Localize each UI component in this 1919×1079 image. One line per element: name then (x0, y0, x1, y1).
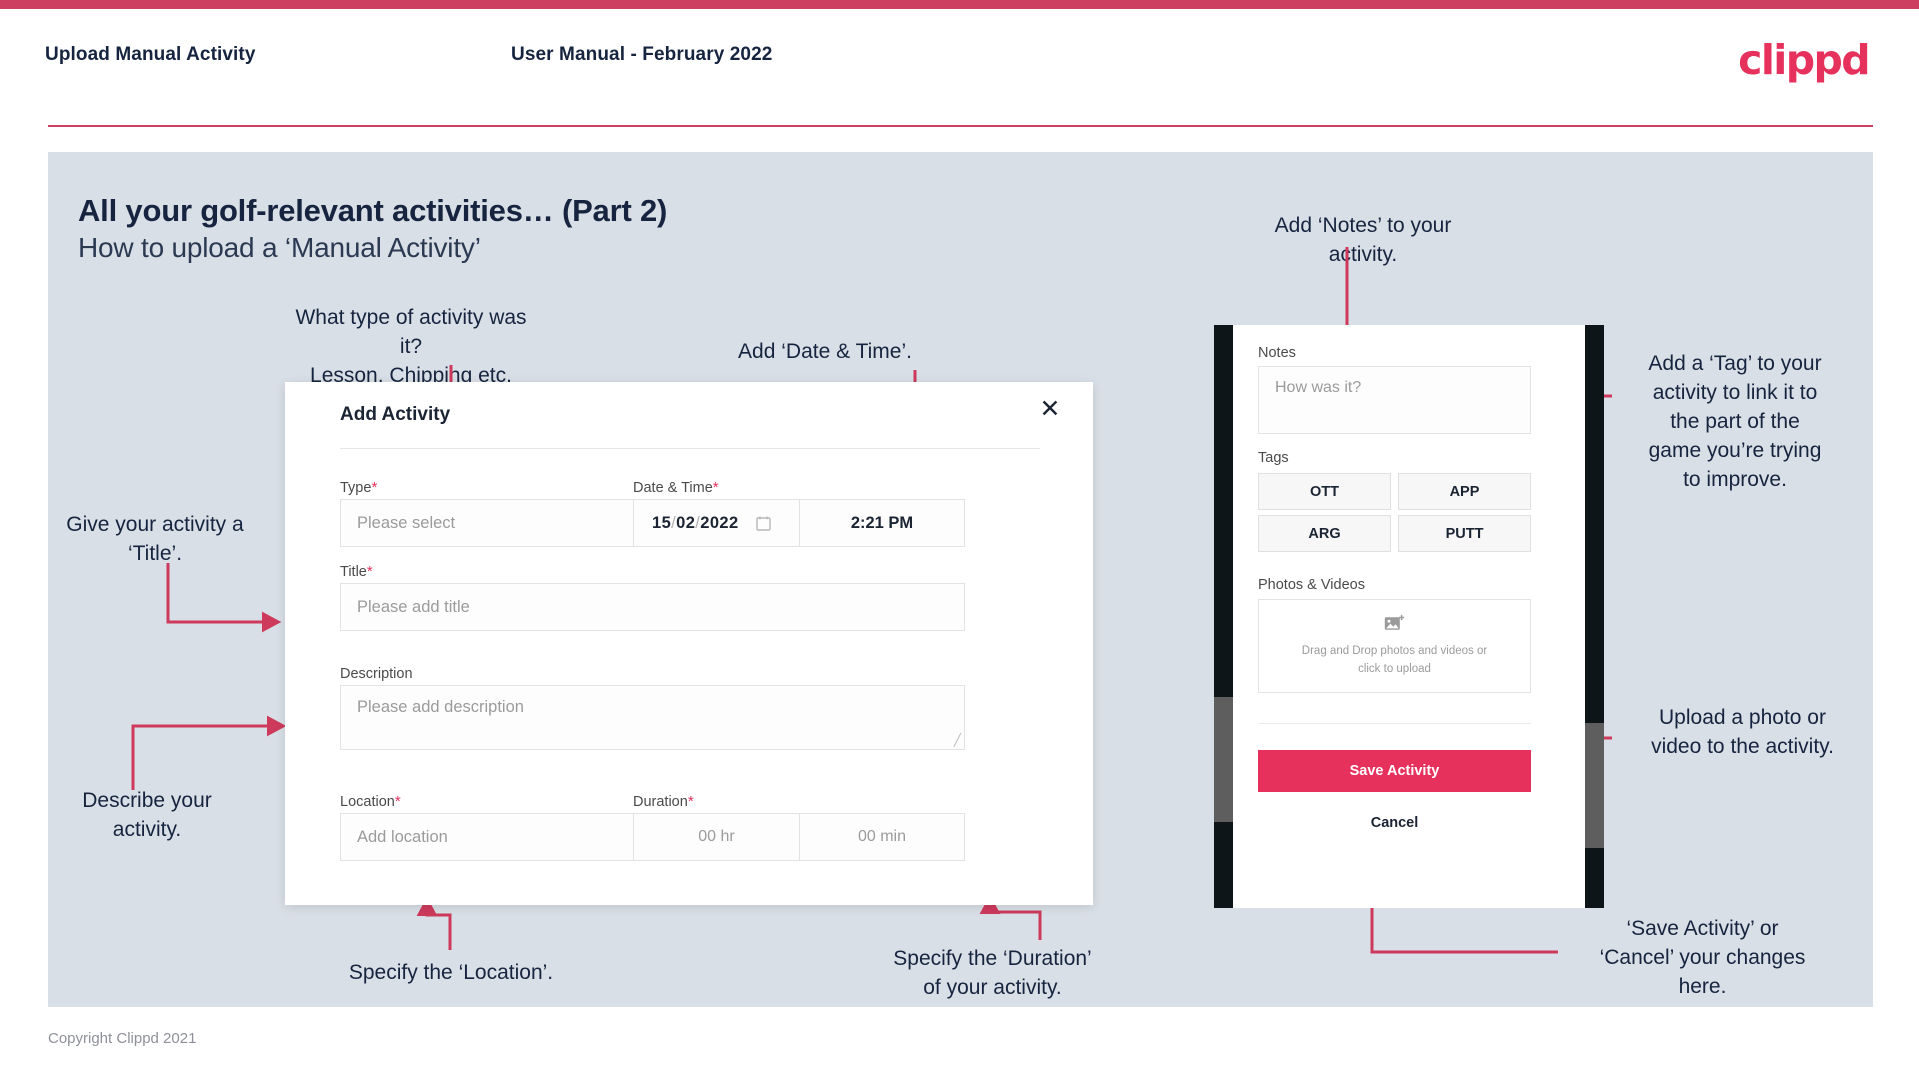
tags-label: Tags (1258, 450, 1289, 466)
annotation-upload: Upload a photo or video to the activity. (1651, 706, 1834, 758)
page-title: Upload Manual Activity (45, 44, 256, 65)
datetime-required-marker: * (712, 479, 719, 496)
top-accent-bar (0, 0, 1919, 9)
phone-divider (1258, 723, 1531, 724)
location-required-marker: * (394, 793, 401, 810)
description-label-text: Description (340, 666, 413, 682)
tag-button-ott[interactable]: OTT (1258, 473, 1391, 510)
type-select[interactable]: Please select (340, 499, 680, 547)
annotation-save: ‘Save Activity’ or ‘Cancel’ your changes… (1599, 917, 1806, 998)
type-required-marker: * (371, 479, 378, 496)
photo-upload-dropzone[interactable]: Drag and Drop photos and videos or click… (1258, 599, 1531, 693)
duration-minutes-input[interactable]: 00 min (799, 813, 965, 861)
header-subtitle: User Manual - February 2022 (511, 44, 773, 65)
phone-power-button-right (1585, 723, 1604, 848)
location-label-text: Location (340, 794, 395, 810)
duration-minutes-placeholder: 00 min (857, 828, 907, 845)
clippd-logo: clippd (1738, 36, 1870, 84)
title-placeholder: Please add title (357, 597, 470, 616)
annotation-tags: Add a ‘Tag’ to your activity to link it … (1648, 352, 1822, 491)
phone-screen: Notes How was it? Tags OTT APP ARG PUTT … (1233, 325, 1585, 908)
photos-videos-label: Photos & Videos (1258, 577, 1365, 593)
date-day: 15 (652, 513, 672, 532)
date-field[interactable]: 15/02/2022 (633, 499, 800, 547)
add-activity-dialog: Add Activity ✕ Type* Please select Date … (285, 382, 1093, 905)
duration-required-marker: * (687, 793, 694, 810)
location-placeholder: Add location (357, 827, 448, 846)
annotation-datetime: Add ‘Date & Time’. (738, 340, 912, 363)
dropzone-text: Drag and Drop photos and videos or click… (1301, 645, 1488, 675)
tag-button-arg[interactable]: ARG (1258, 515, 1391, 552)
dialog-header: Add Activity ✕ (285, 382, 1093, 444)
resize-handle-icon[interactable]: ╱ (954, 733, 961, 747)
notes-label: Notes (1258, 345, 1296, 361)
type-label-text: Type (340, 480, 372, 496)
header-divider (48, 125, 1873, 127)
description-placeholder: Please add description (357, 698, 524, 716)
image-add-icon (1384, 614, 1404, 630)
footer-copyright: Copyright Clippd 2021 (48, 1030, 197, 1047)
time-value: 2:21 PM (850, 513, 914, 532)
dialog-divider (340, 448, 1040, 449)
title-required-marker: * (366, 563, 373, 580)
title-input[interactable]: Please add title (340, 583, 965, 631)
duration-hours-placeholder: 00 hr (698, 828, 735, 845)
annotation-description: Describe your activity. (82, 789, 212, 841)
datetime-label-text: Date & Time (633, 480, 713, 496)
duration-label: Duration* (633, 793, 694, 810)
close-icon[interactable]: ✕ (1035, 394, 1065, 424)
notes-placeholder: How was it? (1275, 379, 1362, 396)
description-textarea[interactable]: Please add description ╱ (340, 685, 965, 750)
duration-label-text: Duration (633, 794, 688, 810)
annotation-location: Specify the ‘Location’. (348, 961, 554, 984)
annotation-type: What type of activity was it? Lesson, Ch… (295, 306, 527, 387)
description-label: Description (340, 665, 413, 682)
dialog-title: Add Activity (340, 404, 451, 425)
calendar-icon[interactable] (756, 515, 771, 531)
notes-textarea[interactable]: How was it? (1258, 366, 1531, 434)
date-year: 2022 (700, 513, 739, 532)
annotation-notes: Add ‘Notes’ to your activity. (1274, 214, 1452, 266)
duration-hours-input[interactable]: 00 hr (633, 813, 800, 861)
type-placeholder: Please select (357, 513, 456, 532)
tag-button-putt[interactable]: PUTT (1398, 515, 1531, 552)
location-input[interactable]: Add location (340, 813, 680, 861)
cancel-button[interactable]: Cancel (1258, 805, 1531, 841)
save-activity-button[interactable]: Save Activity (1258, 750, 1531, 792)
tag-button-app[interactable]: APP (1398, 473, 1531, 510)
annotation-duration: Specify the ‘Duration’ of your activity. (893, 947, 1092, 999)
date-month: 02 (676, 513, 696, 532)
annotation-title: Give your activity a ‘Title’. (66, 513, 244, 565)
date-value: 15/02/2022 (634, 514, 739, 533)
slide-title: All your golf-relevant activities… (Part… (78, 193, 668, 228)
time-field[interactable]: 2:21 PM (799, 499, 965, 547)
phone-mockup: Notes How was it? Tags OTT APP ARG PUTT … (1214, 325, 1604, 908)
type-label: Type* (340, 479, 377, 496)
slide-subtitle: How to upload a ‘Manual Activity’ (78, 232, 481, 263)
location-label: Location* (340, 793, 401, 810)
datetime-label: Date & Time* (633, 479, 719, 496)
phone-volume-buttons-left (1214, 697, 1233, 822)
title-label: Title* (340, 563, 373, 580)
title-label-text: Title (340, 564, 367, 580)
